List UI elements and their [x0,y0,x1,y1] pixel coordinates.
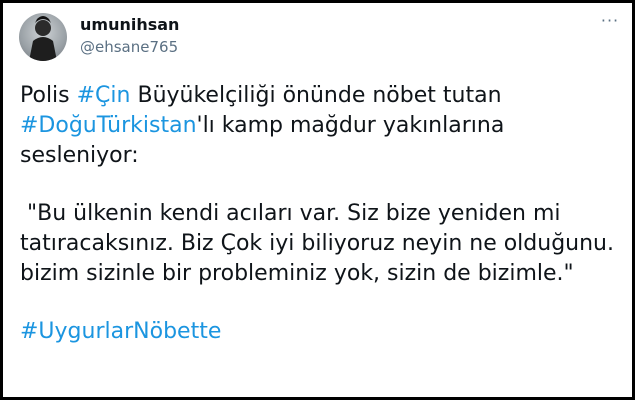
avatar[interactable] [19,13,67,61]
text-segment: Büyükelçiliği önünde nöbet tutan [130,83,502,108]
quote-line: tatıracaksınız. Biz Çok iyi biliyoruz ne… [20,231,614,256]
hashtag-link[interactable]: #UygurlarNöbette [20,319,221,344]
hashtag-link[interactable]: #Çin [77,83,131,108]
text-segment: Polis [20,83,77,108]
tweet-line: Polis #Çin Büyükelçiliği önünde nöbet tu… [20,81,620,111]
tweet-line: #DoğuTürkistan'lı kamp mağdur yakınların… [20,111,620,171]
user-handle[interactable]: @ehsane765 [80,37,178,57]
display-name[interactable]: umunihsan [80,15,179,35]
tweet-card: umunihsan @ehsane765 ··· Polis #Çin Büyü… [0,0,635,400]
avatar-image [29,16,57,61]
hashtag-link[interactable]: #DoğuTürkistan [20,113,197,138]
quote-line: "Bu ülkenin kendi acıları var. Siz bize … [20,201,561,226]
tweet-text: Polis #Çin Büyükelçiliği önünde nöbet tu… [20,81,620,347]
tweet-line: #UygurlarNöbette [20,317,620,347]
more-options-icon[interactable]: ··· [598,13,622,33]
quote-line: bizim sizinle bir probleminiz yok, sizin… [20,261,574,286]
